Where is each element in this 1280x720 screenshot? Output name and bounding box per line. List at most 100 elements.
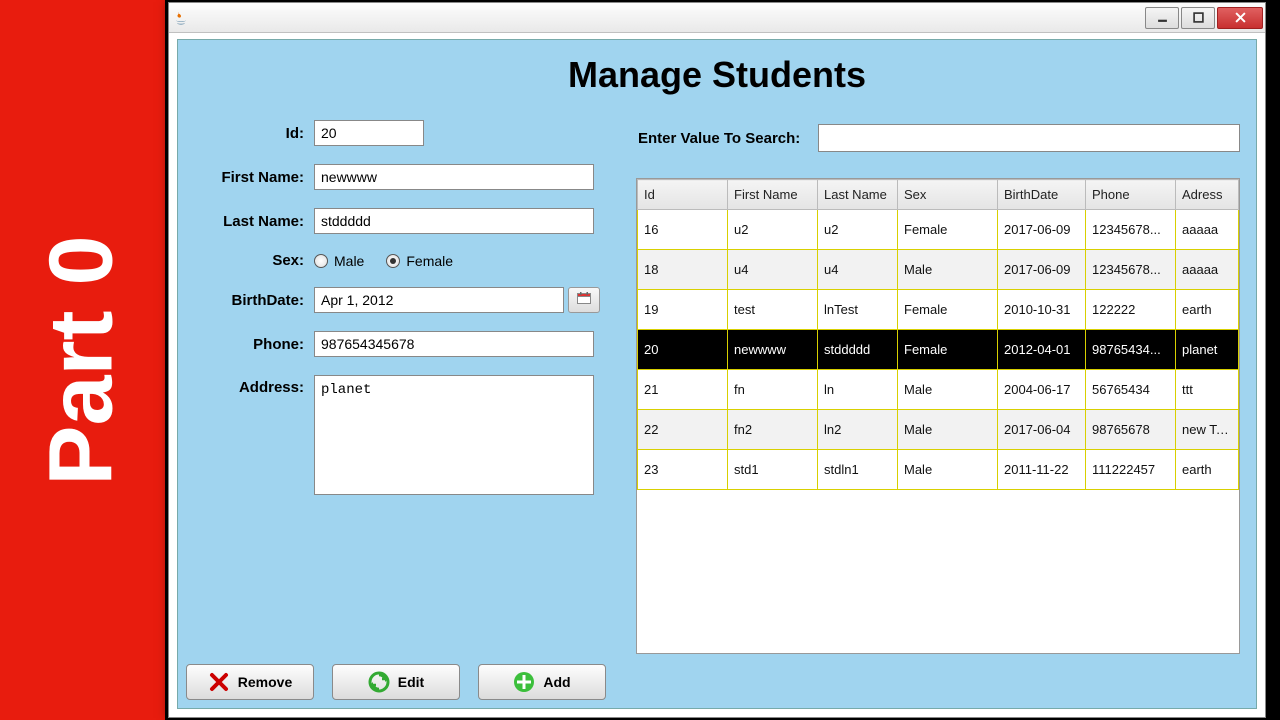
birthdate-input[interactable] (314, 287, 564, 313)
application-window: Manage Students Id: First Name: Last Nam… (168, 2, 1266, 718)
table-cell: Male (898, 410, 998, 450)
table-cell: Male (898, 450, 998, 490)
search-input[interactable] (818, 124, 1240, 152)
column-header[interactable]: Phone (1086, 180, 1176, 210)
table-cell: 2010-10-31 (998, 290, 1086, 330)
content-panel: Manage Students Id: First Name: Last Nam… (177, 39, 1257, 709)
table-cell: Male (898, 370, 998, 410)
table-row[interactable]: 16u2u2Female2017-06-0912345678...aaaaa (638, 210, 1239, 250)
table-cell: earth (1176, 290, 1239, 330)
table-cell: u4 (728, 250, 818, 290)
table-cell: fn (728, 370, 818, 410)
last-name-input[interactable] (314, 208, 594, 234)
table-cell: aaaaa (1176, 250, 1239, 290)
table-cell: 16 (638, 210, 728, 250)
table-cell: 2011-11-22 (998, 450, 1086, 490)
search-label: Enter Value To Search: (638, 130, 800, 147)
edit-button-label: Edit (398, 674, 424, 690)
table-cell: 2012-04-01 (998, 330, 1086, 370)
table-cell: ln2 (818, 410, 898, 450)
table-cell: 2017-06-09 (998, 210, 1086, 250)
table-cell: 111222457 (1086, 450, 1176, 490)
table-cell: fn2 (728, 410, 818, 450)
students-table-container: IdFirst NameLast NameSexBirthDatePhoneAd… (636, 178, 1240, 654)
table-cell: u2 (728, 210, 818, 250)
banner-text: Part 0 (31, 235, 134, 485)
table-cell: test (728, 290, 818, 330)
address-label: Address: (184, 375, 314, 396)
calendar-icon (577, 291, 591, 309)
table-row[interactable]: 19testlnTestFemale2010-10-31122222earth (638, 290, 1239, 330)
table-cell: lnTest (818, 290, 898, 330)
java-app-icon (173, 10, 189, 26)
table-cell: newwww (728, 330, 818, 370)
table-cell: ln (818, 370, 898, 410)
table-cell: 98765678 (1086, 410, 1176, 450)
table-cell: 122222 (1086, 290, 1176, 330)
remove-button[interactable]: Remove (186, 664, 314, 700)
table-cell: 20 (638, 330, 728, 370)
table-cell: 21 (638, 370, 728, 410)
table-cell: new Test (1176, 410, 1239, 450)
edit-button[interactable]: Edit (332, 664, 460, 700)
edit-icon (368, 671, 390, 693)
table-cell: u4 (818, 250, 898, 290)
students-table[interactable]: IdFirst NameLast NameSexBirthDatePhoneAd… (637, 179, 1239, 490)
table-cell: Female (898, 330, 998, 370)
sex-male-radio[interactable]: Male (314, 253, 364, 269)
address-textarea[interactable] (314, 375, 594, 495)
minimize-button[interactable] (1145, 7, 1179, 29)
table-cell: aaaaa (1176, 210, 1239, 250)
table-row[interactable]: 22fn2ln2Male2017-06-0498765678new Test (638, 410, 1239, 450)
table-cell: stdln1 (818, 450, 898, 490)
table-row[interactable]: 23std1stdln1Male2011-11-22111222457earth (638, 450, 1239, 490)
remove-icon (208, 671, 230, 693)
table-cell: 23 (638, 450, 728, 490)
table-cell: 22 (638, 410, 728, 450)
column-header[interactable]: BirthDate (998, 180, 1086, 210)
date-picker-button[interactable] (568, 287, 600, 313)
close-button[interactable] (1217, 7, 1263, 29)
table-cell: 12345678... (1086, 250, 1176, 290)
remove-button-label: Remove (238, 674, 292, 690)
table-cell: Female (898, 210, 998, 250)
column-header[interactable]: Sex (898, 180, 998, 210)
table-cell: 56765434 (1086, 370, 1176, 410)
table-cell: 98765434... (1086, 330, 1176, 370)
table-cell: 18 (638, 250, 728, 290)
sex-label: Sex: (184, 252, 314, 269)
add-icon (513, 671, 535, 693)
table-cell: 19 (638, 290, 728, 330)
id-input[interactable] (314, 120, 424, 146)
maximize-button[interactable] (1181, 7, 1215, 29)
column-header[interactable]: Last Name (818, 180, 898, 210)
table-cell: stddddd (818, 330, 898, 370)
first-name-input[interactable] (314, 164, 594, 190)
table-cell: 2017-06-09 (998, 250, 1086, 290)
table-cell: earth (1176, 450, 1239, 490)
table-cell: Male (898, 250, 998, 290)
table-cell: 2017-06-04 (998, 410, 1086, 450)
table-cell: planet (1176, 330, 1239, 370)
table-row[interactable]: 18u4u4Male2017-06-0912345678...aaaaa (638, 250, 1239, 290)
column-header[interactable]: Id (638, 180, 728, 210)
column-header[interactable]: First Name (728, 180, 818, 210)
first-name-label: First Name: (184, 169, 314, 186)
add-button[interactable]: Add (478, 664, 606, 700)
sex-female-radio[interactable]: Female (386, 253, 453, 269)
video-part-banner: Part 0 (0, 0, 165, 720)
last-name-label: Last Name: (184, 213, 314, 230)
student-form: Id: First Name: Last Name: Sex: Male Fem… (184, 120, 614, 513)
phone-input[interactable] (314, 331, 594, 357)
column-header[interactable]: Adress (1176, 180, 1239, 210)
table-cell: ttt (1176, 370, 1239, 410)
table-cell: 12345678... (1086, 210, 1176, 250)
table-row[interactable]: 20newwwwstdddddFemale2012-04-0198765434.… (638, 330, 1239, 370)
table-row[interactable]: 21fnlnMale2004-06-1756765434ttt (638, 370, 1239, 410)
page-title: Manage Students (178, 40, 1256, 106)
table-cell: 2004-06-17 (998, 370, 1086, 410)
table-cell: std1 (728, 450, 818, 490)
birthdate-label: BirthDate: (184, 292, 314, 309)
female-option-label: Female (406, 253, 453, 269)
titlebar[interactable] (169, 3, 1265, 33)
